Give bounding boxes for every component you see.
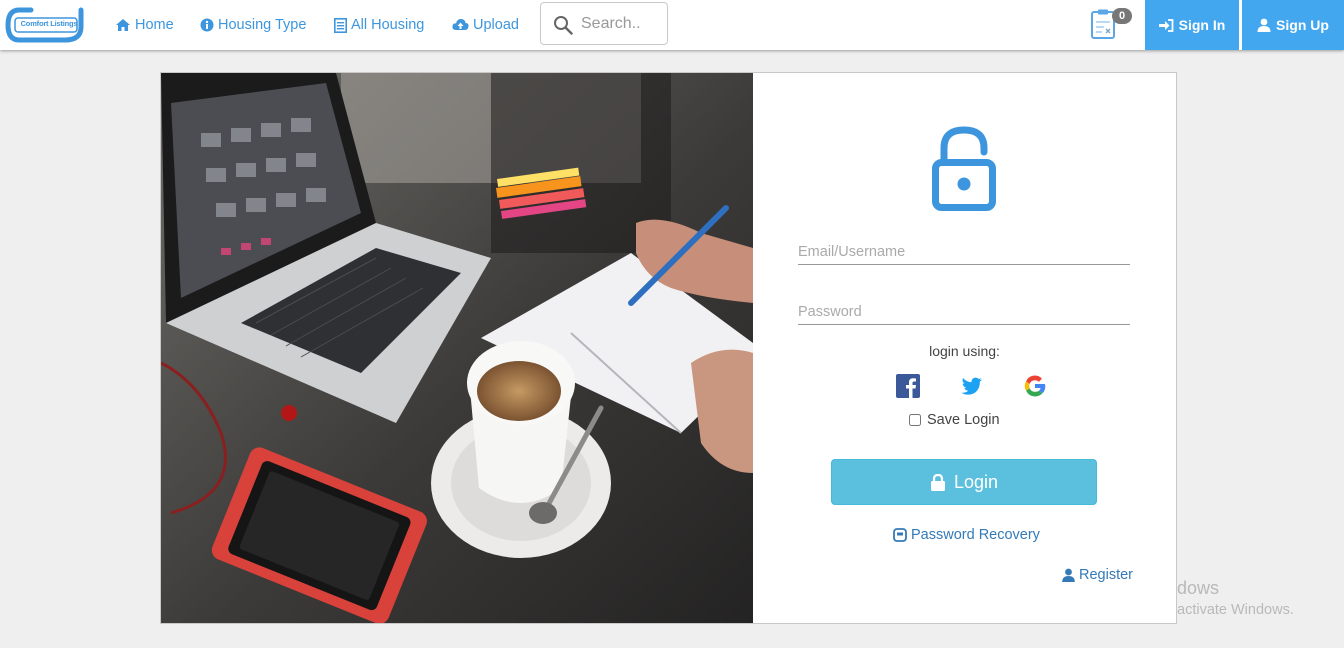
- save-login-row[interactable]: Save Login: [909, 411, 1000, 429]
- recovery-icon: [893, 528, 907, 542]
- nav-upload-label: Upload: [473, 17, 519, 33]
- cart-button[interactable]: 0: [1090, 8, 1132, 40]
- save-login-label: Save Login: [927, 412, 1000, 428]
- login-form: login using: Save Login: [753, 73, 1176, 623]
- lock-icon: [930, 473, 945, 491]
- login-button[interactable]: Login: [831, 459, 1097, 505]
- login-using-label: login using:: [929, 343, 1000, 359]
- cart-count-badge: 0: [1112, 8, 1132, 24]
- search-input[interactable]: [581, 11, 665, 37]
- password-recovery-link[interactable]: Password Recovery: [893, 527, 1040, 543]
- sign-up-label: Sign Up: [1276, 17, 1329, 33]
- sign-up-button[interactable]: Sign Up: [1242, 0, 1344, 50]
- register-link[interactable]: Register: [1062, 567, 1133, 583]
- twitter-login-button[interactable]: [959, 374, 983, 398]
- nav-all-housing[interactable]: All Housing: [334, 16, 424, 34]
- info-circle-icon: [200, 18, 214, 32]
- watermark-line1: dows: [1177, 578, 1220, 598]
- password-recovery-label: Password Recovery: [911, 527, 1040, 543]
- nav-home-label: Home: [135, 17, 174, 33]
- logo-text: Comfort Listings: [20, 19, 78, 28]
- save-login-checkbox[interactable]: [909, 414, 921, 426]
- search-icon[interactable]: [553, 15, 573, 35]
- watermark-line2: activate Windows.: [1177, 602, 1294, 618]
- nav-all-housing-label: All Housing: [351, 17, 425, 33]
- cloud-upload-icon: [452, 19, 469, 30]
- workspace-illustration: [161, 73, 753, 623]
- nav-housing-type-label: Housing Type: [218, 17, 307, 33]
- nav-housing-type[interactable]: Housing Type: [200, 16, 306, 34]
- sign-in-button[interactable]: Sign In: [1145, 0, 1239, 50]
- facebook-login-button[interactable]: [896, 374, 920, 398]
- password-field[interactable]: [798, 300, 1130, 325]
- google-icon: [1024, 375, 1046, 397]
- sign-in-icon: [1158, 18, 1174, 32]
- search-box: [540, 2, 668, 45]
- twitter-icon: [961, 377, 982, 395]
- navbar: Comfort Listings Home Housing Type All H…: [0, 0, 1344, 50]
- login-card: login using: Save Login: [160, 72, 1177, 624]
- register-label: Register: [1079, 567, 1133, 583]
- workspace-photo: [161, 73, 753, 623]
- brand-logo[interactable]: Comfort Listings: [5, 5, 85, 45]
- nav-home[interactable]: Home: [115, 16, 174, 34]
- user-icon: [1257, 18, 1271, 32]
- unlock-icon: [932, 126, 996, 211]
- nav-upload[interactable]: Upload: [452, 16, 519, 34]
- user-icon: [1062, 568, 1075, 582]
- email-field[interactable]: [798, 240, 1130, 265]
- google-login-button[interactable]: [1023, 374, 1047, 398]
- list-icon: [334, 17, 347, 33]
- home-icon: [116, 19, 130, 31]
- facebook-icon: [896, 374, 920, 398]
- sign-in-label: Sign In: [1178, 17, 1226, 33]
- login-button-label: Login: [953, 471, 999, 492]
